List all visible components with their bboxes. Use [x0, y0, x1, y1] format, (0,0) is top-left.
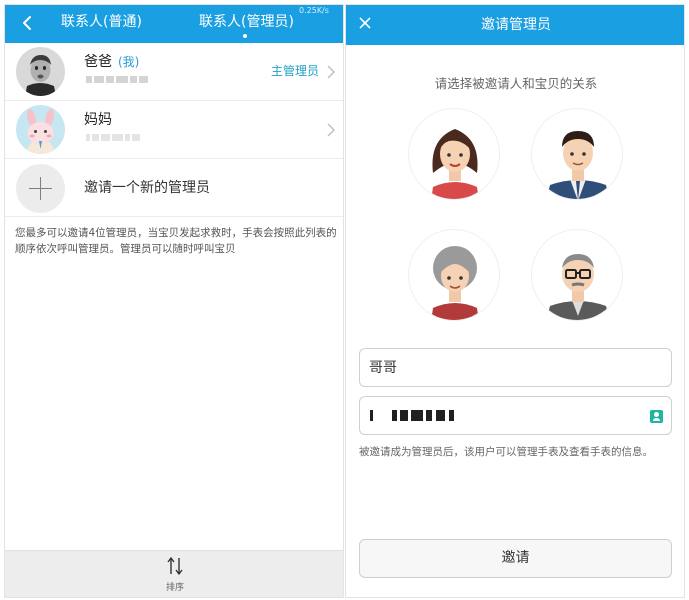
admin-name: 爸爸 (我) — [84, 54, 140, 70]
avatar — [16, 105, 65, 154]
admin-contacts-screen: 联系人(普通) 联系人(管理员) 0.25K/s 爸爸 (我) 主管理员 妈妈 … — [4, 4, 344, 598]
admin-permission-note: 被邀请成为管理员后，该用户可以管理手表及查看手表的信息。 — [359, 446, 653, 458]
back-button[interactable] — [15, 11, 39, 35]
man-avatar-icon — [546, 131, 610, 199]
chevron-right-icon — [327, 123, 335, 137]
tab-contacts-regular[interactable]: 联系人(普通) — [61, 13, 142, 31]
grandma-avatar-icon — [431, 246, 479, 320]
masked-phone-number — [86, 134, 160, 141]
invite-admin-screen: 邀请管理员 请选择被邀请人和宝贝的关系 哥哥 被邀请成为管理员后，该用户可以管理… — [345, 4, 685, 598]
screenshot-canvas: 联系人(普通) 联系人(管理员) 0.25K/s 爸爸 (我) 主管理员 妈妈 … — [0, 0, 689, 600]
network-speed: 0.25K/s — [299, 6, 329, 15]
bottom-bar: 排序 — [5, 550, 343, 597]
page-title: 邀请管理员 — [481, 17, 551, 33]
relation-prompt: 请选择被邀请人和宝贝的关系 — [434, 76, 598, 91]
admin-list-item[interactable]: 妈妈 — [5, 101, 343, 159]
sort-label: 排序 — [165, 583, 184, 593]
tab-contacts-admin[interactable]: 联系人(管理员) — [199, 13, 294, 31]
active-tab-indicator — [243, 34, 247, 38]
admin-list-item[interactable]: 爸爸 (我) 主管理员 — [5, 43, 343, 101]
me-tag: (我) — [118, 55, 140, 69]
relation-option-grandpa[interactable] — [531, 229, 623, 321]
contact-book-icon[interactable] — [650, 410, 663, 423]
relation-name-input[interactable]: 哥哥 — [359, 348, 672, 387]
phone-number-input[interactable] — [359, 396, 672, 435]
grandpa-avatar-icon — [546, 254, 610, 320]
invite-new-admin-button[interactable]: 邀请一个新的管理员 — [5, 159, 343, 217]
masked-phone-number — [86, 76, 160, 83]
chevron-right-icon — [327, 65, 335, 79]
top-bar: 联系人(普通) 联系人(管理员) 0.25K/s — [5, 5, 343, 43]
relation-option-woman[interactable] — [408, 108, 500, 200]
invite-button[interactable]: 邀请 — [359, 539, 672, 578]
admin-limit-notice: 您最多可以邀请4位管理员，当宝贝发起求救时，手表会按照此列表的顺序依次呼叫管理员… — [15, 227, 337, 255]
woman-avatar-icon — [431, 129, 479, 199]
chevron-left-icon — [23, 16, 31, 30]
plus-icon — [16, 164, 65, 213]
role-label: 主管理员 — [270, 64, 319, 78]
avatar — [16, 47, 65, 96]
relation-name-value: 哥哥 — [369, 360, 397, 376]
top-bar: 邀请管理员 — [346, 5, 684, 45]
admin-name: 妈妈 — [84, 112, 112, 128]
sort-arrows-icon — [167, 556, 183, 576]
relation-option-grandma[interactable] — [408, 229, 500, 321]
relation-option-man[interactable] — [531, 108, 623, 200]
invite-new-admin-label: 邀请一个新的管理员 — [84, 180, 210, 196]
